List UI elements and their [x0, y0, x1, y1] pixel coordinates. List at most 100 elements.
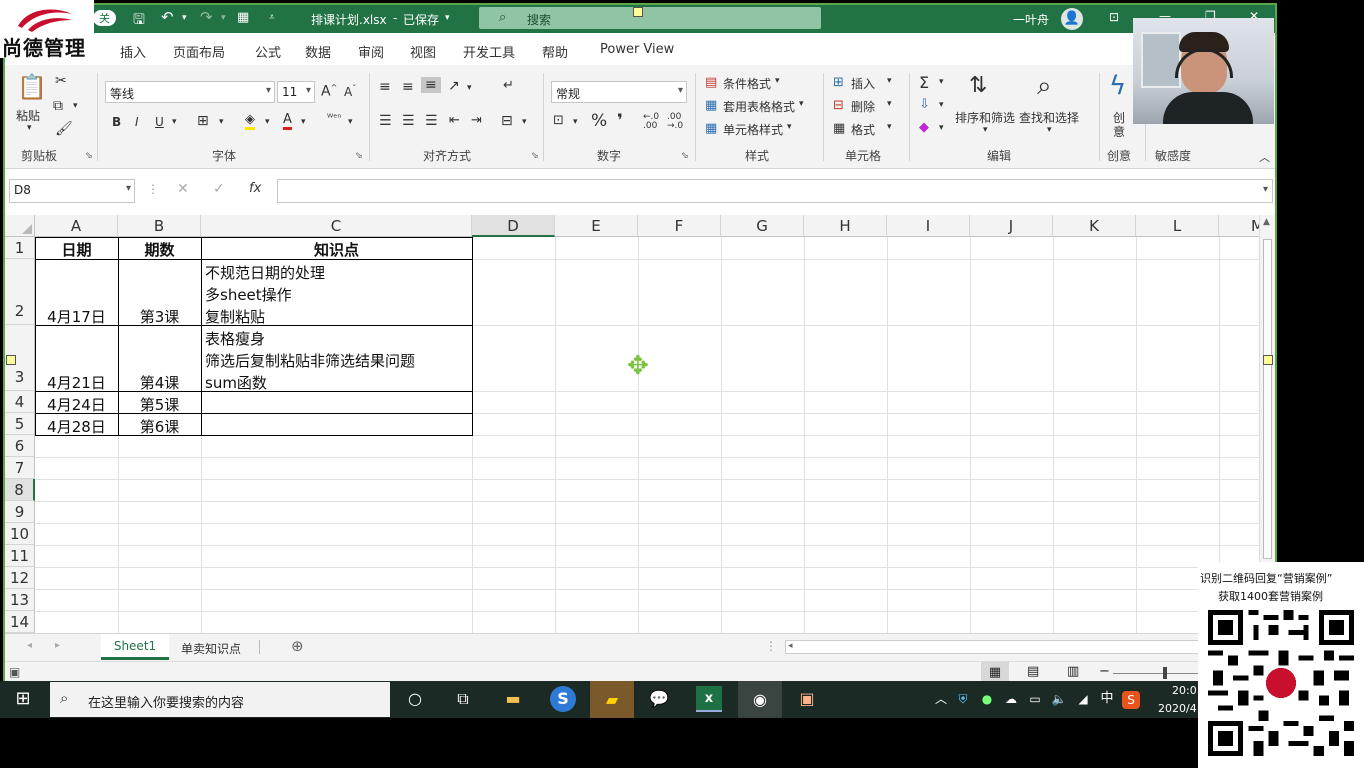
points-line[interactable]: sum函数 [205, 372, 267, 393]
redo-icon[interactable]: ↷ [200, 8, 213, 26]
points-line[interactable]: 复制粘贴 [205, 306, 265, 327]
column-header[interactable]: F [638, 215, 721, 237]
percent-button[interactable]: % [591, 111, 607, 131]
fill-color-icon[interactable]: ◈ [245, 112, 255, 130]
zoom-slider[interactable] [1113, 673, 1203, 674]
format-as-table-icon[interactable]: ▦ [705, 98, 717, 113]
copy-dropdown-icon[interactable]: ▾ [73, 101, 78, 111]
tab-page-layout[interactable]: 页面布局 [173, 42, 225, 61]
column-header[interactable]: L [1136, 215, 1219, 237]
paste-button[interactable]: 粘贴 [16, 107, 40, 124]
accounting-dropdown-icon[interactable]: ▾ [573, 117, 578, 127]
autosum-dropdown-icon[interactable]: ▾ [939, 77, 944, 87]
insert-function-icon[interactable]: fx [249, 181, 261, 196]
copy-icon[interactable]: ⧉ [53, 98, 63, 114]
new-sheet-icon[interactable]: ⊕ [291, 637, 304, 655]
avatar-icon[interactable]: 👤 [1061, 8, 1083, 30]
align-middle-icon[interactable]: ≡ [402, 79, 414, 95]
column-header[interactable]: K [1053, 215, 1136, 237]
number-launcher-icon[interactable]: ⬂ [681, 151, 689, 161]
find-select-button[interactable]: 查找和选择 [1019, 109, 1079, 126]
tray-network-icon[interactable]: ◢ [1070, 686, 1096, 712]
font-color-dropdown-icon[interactable]: ▾ [301, 117, 306, 127]
sort-filter-icon[interactable]: ⇅ [969, 73, 987, 98]
points-line[interactable]: 筛选后复制粘贴非筛选结果问题 [205, 350, 415, 371]
delete-cells-icon[interactable]: ⊟ [833, 98, 844, 113]
autosum-icon[interactable]: Σ [919, 73, 929, 92]
orientation-dropdown-icon[interactable]: ▾ [467, 83, 472, 93]
tray-wechat-icon[interactable]: ● [974, 686, 1000, 712]
collapse-ribbon-icon[interactable]: ︿ [1259, 149, 1270, 165]
period-cell[interactable]: 第6课 [118, 416, 201, 437]
tray-shield-icon[interactable]: ⛨ [950, 686, 976, 712]
find-select-dropdown-icon[interactable]: ▾ [1047, 125, 1052, 135]
date-cell[interactable]: 4月21日 [35, 372, 118, 393]
page-layout-view-icon[interactable]: ▤ [1027, 664, 1039, 679]
wechat-icon[interactable]: 💬 [646, 686, 672, 712]
row-header[interactable]: 9 [5, 501, 35, 523]
name-box[interactable]: D8 [9, 179, 135, 203]
borders-icon[interactable]: ⊞ [197, 113, 209, 129]
sticky-notes-icon[interactable]: ▰ [590, 681, 634, 718]
column-header[interactable]: G [721, 215, 804, 237]
zoom-out-icon[interactable]: − [1099, 664, 1110, 679]
paste-icon[interactable]: 📋 [17, 73, 47, 103]
header-cell-date[interactable]: 日期 [35, 239, 118, 260]
handle-icon[interactable] [6, 355, 16, 365]
prev-sheet-icon[interactable]: ◂ [27, 640, 32, 651]
date-cell[interactable]: 4月28日 [35, 416, 118, 437]
tab-power-view[interactable]: Power View [600, 42, 674, 57]
ideas-icon[interactable]: ϟ [1109, 71, 1126, 101]
taskbar-search[interactable]: ⌕ 在这里输入你要搜索的内容 [50, 682, 390, 717]
row-header[interactable]: 12 [5, 567, 35, 589]
borders-dropdown-icon[interactable]: ▾ [219, 117, 224, 127]
font-launcher-icon[interactable]: ⬂ [355, 151, 363, 161]
excel-app-icon[interactable]: x [696, 686, 722, 712]
increase-indent-icon[interactable]: ⇥ [471, 113, 482, 128]
column-header[interactable]: I [887, 215, 970, 237]
handle-icon[interactable] [1263, 355, 1273, 365]
conditional-format-dropdown-icon[interactable]: ▾ [775, 76, 780, 86]
fill-icon[interactable]: ⇩ [919, 97, 930, 112]
merge-center-icon[interactable]: ⊟ [501, 113, 513, 129]
format-as-table-dropdown-icon[interactable]: ▾ [799, 99, 804, 109]
row-header[interactable]: 4 [5, 391, 35, 413]
tab-insert[interactable]: 插入 [120, 42, 146, 61]
macro-record-icon[interactable]: ▣ [9, 665, 20, 679]
sheet-tab-active[interactable]: Sheet1 [101, 634, 169, 660]
sogou-icon[interactable]: S [550, 686, 576, 712]
row-header[interactable]: 5 [5, 413, 35, 435]
formula-input[interactable]: ▾ [277, 179, 1273, 203]
column-header[interactable]: J [970, 215, 1053, 237]
tray-cloud-icon[interactable]: ☁ [998, 686, 1024, 712]
merge-dropdown-icon[interactable]: ▾ [522, 117, 527, 127]
select-all-button[interactable] [5, 215, 35, 237]
fill-color-dropdown-icon[interactable]: ▾ [265, 117, 270, 127]
cell-styles-dropdown-icon[interactable]: ▾ [787, 122, 792, 132]
decrease-decimal-icon[interactable]: .00 →.0 [667, 113, 683, 131]
column-header[interactable]: H [804, 215, 887, 237]
row-header[interactable]: 11 [5, 545, 35, 567]
search-box[interactable]: ⌕ 搜索 [479, 7, 821, 29]
underline-dropdown-icon[interactable]: ▾ [172, 117, 177, 127]
row-header[interactable]: 2 [5, 259, 35, 325]
horizontal-scrollbar[interactable]: ◂ [785, 640, 1205, 654]
clipboard-launcher-icon[interactable]: ⬂ [85, 151, 93, 161]
row-header[interactable]: 1 [5, 237, 35, 259]
sogou-tray-icon[interactable]: S [1122, 691, 1140, 709]
number-format-select[interactable]: 常规 [551, 81, 687, 103]
increase-font-icon[interactable]: A^ [321, 83, 337, 100]
cancel-entry-icon[interactable]: ✕ [177, 181, 189, 197]
insert-cells-button[interactable]: 插入 [851, 75, 875, 92]
find-select-icon[interactable]: ⌕ [1037, 71, 1052, 102]
row-header[interactable]: 13 [5, 589, 35, 611]
autosave-toggle[interactable]: 关 [93, 10, 116, 26]
insert-cells-icon[interactable]: ⊞ [833, 75, 844, 90]
decrease-indent-icon[interactable]: ⇤ [449, 113, 460, 128]
header-cell-period[interactable]: 期数 [118, 239, 201, 260]
powerpoint-icon[interactable]: ▣ [794, 686, 820, 712]
align-center-icon[interactable]: ☰ [402, 113, 415, 129]
phonetic-icon[interactable]: ᵂᵉⁿ [327, 113, 341, 124]
period-cell[interactable]: 第5课 [118, 394, 201, 415]
align-right-icon[interactable]: ☰ [425, 113, 438, 129]
